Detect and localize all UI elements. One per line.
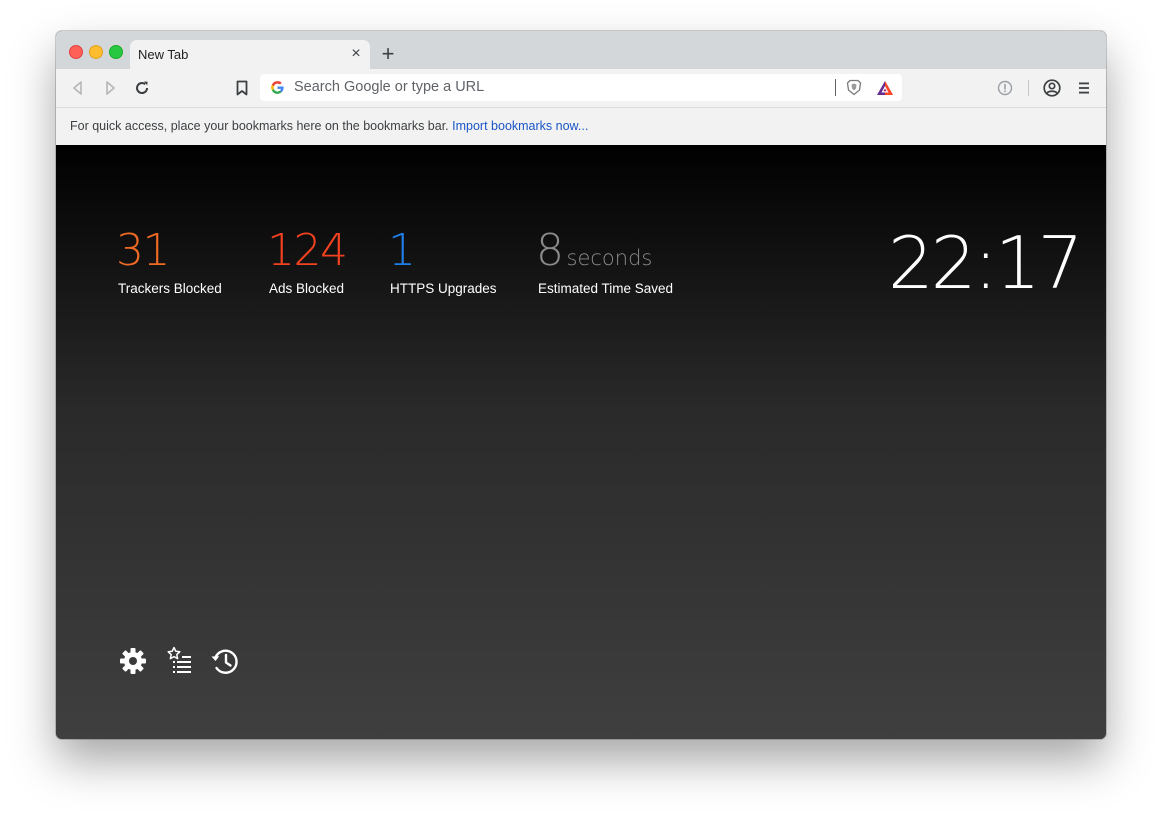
tab-strip: New Tab × +	[56, 31, 1106, 69]
stat-trackers-blocked: 31 Trackers Blocked	[116, 225, 222, 297]
window-close-button[interactable]	[69, 45, 83, 59]
bookmark-icon[interactable]	[232, 78, 252, 98]
profile-icon[interactable]	[1042, 78, 1062, 98]
bookmarks-list-icon[interactable]	[163, 645, 195, 677]
toolbar: Search Google or type a URL	[56, 69, 1106, 107]
trackers-blocked-label: Trackers Blocked	[118, 281, 222, 296]
tab-new-tab[interactable]: New Tab ×	[130, 40, 370, 69]
stat-https-upgrades: 1 HTTPS Upgrades	[388, 225, 497, 297]
history-icon[interactable]	[209, 645, 241, 677]
tab-close-icon[interactable]: ×	[348, 46, 364, 62]
window-minimize-button[interactable]	[89, 45, 103, 59]
ads-blocked-count: 124	[267, 225, 348, 276]
stat-time-saved: 8 seconds Estimated Time Saved	[536, 227, 673, 297]
browser-window: New Tab × + Search Google or type a URL …	[56, 31, 1106, 739]
bookmarks-bar-message: For quick access, place your bookmarks h…	[70, 119, 588, 133]
extension-icon[interactable]	[995, 78, 1015, 98]
trackers-blocked-count: 31	[116, 225, 171, 276]
brave-shields-icon[interactable]	[846, 79, 862, 96]
address-divider	[835, 79, 836, 96]
forward-arrow-icon[interactable]	[100, 78, 120, 98]
time-saved-value: 8 seconds	[536, 227, 652, 282]
gear-icon[interactable]	[117, 645, 149, 677]
google-icon	[271, 81, 284, 94]
new-tab-page: 31 Trackers Blocked 124 Ads Blocked 1 HT…	[56, 145, 1106, 739]
clock: 22:17	[888, 221, 1083, 305]
window-maximize-button[interactable]	[109, 45, 123, 59]
reload-icon[interactable]	[132, 78, 152, 98]
address-bar[interactable]: Search Google or type a URL	[260, 74, 902, 101]
address-placeholder: Search Google or type a URL	[294, 79, 485, 95]
back-arrow-icon[interactable]	[68, 78, 88, 98]
https-upgrades-count: 1	[388, 225, 416, 276]
bookmarks-hint-text: For quick access, place your bookmarks h…	[70, 119, 449, 133]
bat-rewards-icon[interactable]	[876, 80, 894, 96]
ads-blocked-label: Ads Blocked	[269, 281, 345, 296]
new-tab-button[interactable]: +	[378, 43, 398, 65]
time-saved-unit: seconds	[566, 246, 653, 270]
https-upgrades-label: HTTPS Upgrades	[390, 281, 497, 296]
import-bookmarks-link[interactable]: Import bookmarks now...	[452, 119, 588, 133]
time-saved-label: Estimated Time Saved	[538, 281, 674, 296]
toolbar-divider	[1028, 80, 1029, 96]
tab-title: New Tab	[138, 47, 189, 62]
bookmarks-bar: For quick access, place your bookmarks h…	[56, 107, 1106, 145]
stat-ads-blocked: 124 Ads Blocked	[267, 225, 348, 297]
menu-icon[interactable]	[1074, 78, 1094, 98]
time-saved-number: 8	[536, 225, 564, 276]
